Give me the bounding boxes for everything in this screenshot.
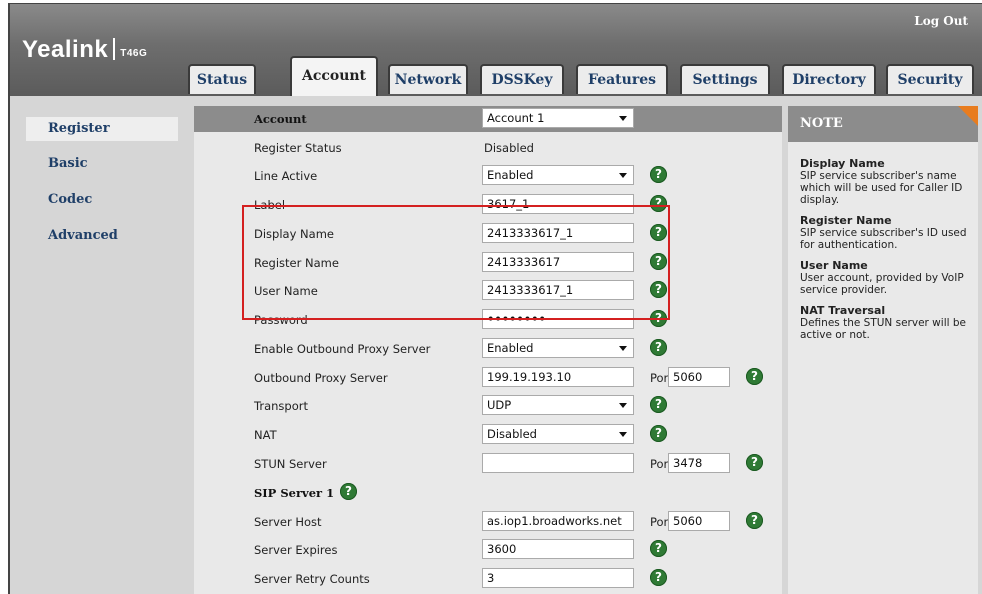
note-section: User Name User account, provided by VoIP…	[800, 259, 970, 297]
sidebar-item-codec[interactable]: Codec	[26, 183, 178, 219]
server-retry-input[interactable]: 3	[482, 568, 634, 588]
row-sip-server-1: SIP Server 1 ?	[194, 480, 782, 508]
note-section-title: User Name	[800, 259, 868, 272]
outbound-proxy-input[interactable]: 199.19.193.10	[482, 367, 634, 387]
account-label: Account	[254, 112, 307, 126]
chevron-down-icon	[619, 432, 627, 437]
help-icon[interactable]: ?	[650, 339, 667, 356]
transport-select[interactable]: UDP	[482, 395, 634, 415]
server-host-input[interactable]: as.iop1.broadworks.net	[482, 511, 634, 531]
stun-server-input[interactable]	[482, 453, 634, 473]
brand-model: T46G	[120, 48, 148, 59]
help-icon[interactable]: ?	[650, 569, 667, 586]
chevron-down-icon	[619, 403, 627, 408]
sidebar-item-register[interactable]: Register	[26, 117, 178, 141]
outbound-proxy-enable-label: Enable Outbound Proxy Server	[254, 342, 431, 356]
content-area: Register Basic Codec Advanced Account Ac…	[10, 96, 982, 594]
outbound-proxy-enable-select[interactable]: Enabled	[482, 338, 634, 358]
header-bar: Yealink T46G Log Out Status Account Netwo…	[10, 4, 982, 96]
transport-label: Transport	[254, 399, 308, 413]
line-active-label: Line Active	[254, 169, 318, 183]
note-body: Display Name SIP service subscriber's na…	[800, 158, 970, 350]
highlight-box	[242, 205, 670, 320]
brand-name: Yealink	[22, 36, 109, 63]
note-section-text: SIP service subscriber's ID used for aut…	[800, 227, 967, 251]
help-icon[interactable]: ?	[746, 512, 763, 529]
outbound-proxy-port-input[interactable]: 5060	[668, 367, 730, 387]
row-line-active: Line Active Enabled ?	[194, 163, 782, 191]
outbound-proxy-enable-value: Enabled	[487, 341, 534, 355]
row-transport: Transport UDP ?	[194, 393, 782, 421]
help-icon[interactable]: ?	[340, 483, 357, 500]
nat-select[interactable]: Disabled	[482, 424, 634, 444]
note-section-title: Register Name	[800, 214, 892, 227]
note-section: NAT Traversal Defines the STUN server wi…	[800, 304, 970, 342]
logo-separator	[113, 38, 116, 60]
row-server-retry: Server Retry Counts 3 ?	[194, 566, 782, 594]
server-host-label: Server Host	[254, 515, 322, 529]
nat-value: Disabled	[487, 427, 537, 441]
tab-network[interactable]: Network	[388, 64, 468, 94]
logout-link[interactable]: Log Out	[914, 14, 968, 28]
row-stun-server: STUN Server Port 3478 ?	[194, 451, 782, 479]
chevron-down-icon	[619, 346, 627, 351]
help-icon[interactable]: ?	[746, 454, 763, 471]
tab-settings[interactable]: Settings	[680, 64, 770, 94]
row-outbound-proxy: Outbound Proxy Server 199.19.193.10 Port…	[194, 365, 782, 393]
stun-server-label: STUN Server	[254, 457, 327, 471]
stun-port-input[interactable]: 3478	[668, 453, 730, 473]
note-panel: NOTE Display Name SIP service subscriber…	[788, 106, 978, 594]
nat-label: NAT	[254, 428, 277, 442]
note-section: Display Name SIP service subscriber's na…	[800, 157, 970, 207]
chevron-down-icon	[619, 173, 627, 178]
note-title: NOTE	[788, 106, 978, 142]
line-active-value: Enabled	[487, 168, 534, 182]
help-icon[interactable]: ?	[650, 396, 667, 413]
help-icon[interactable]: ?	[650, 540, 667, 557]
tab-account[interactable]: Account	[290, 56, 378, 96]
register-status-label: Register Status	[254, 141, 342, 155]
row-server-host: Server Host as.iop1.broadworks.net Port …	[194, 509, 782, 537]
help-icon[interactable]: ?	[650, 425, 667, 442]
account-select-value: Account 1	[487, 111, 545, 125]
server-expires-label: Server Expires	[254, 543, 338, 557]
note-section-text: User account, provided by VoIP service p…	[800, 272, 964, 296]
note-section-text: Defines the STUN server will be active o…	[800, 317, 966, 341]
note-section: Register Name SIP service subscriber's I…	[800, 214, 970, 252]
row-account: Account Account 1	[194, 106, 782, 134]
note-section-title: Display Name	[800, 157, 885, 170]
server-retry-label: Server Retry Counts	[254, 572, 370, 586]
tab-features[interactable]: Features	[576, 64, 668, 94]
chevron-down-icon	[619, 116, 627, 121]
sidebar: Register Basic Codec Advanced	[26, 108, 178, 255]
tab-dsskey[interactable]: DSSKey	[480, 64, 564, 94]
outbound-proxy-label: Outbound Proxy Server	[254, 371, 388, 385]
sip-server-1-heading: SIP Server 1	[254, 486, 335, 500]
sidebar-item-advanced[interactable]: Advanced	[26, 219, 178, 255]
account-form: Account Account 1 Register Status Disabl…	[194, 106, 782, 594]
row-server-expires: Server Expires 3600 ?	[194, 537, 782, 565]
browser-frame: Yealink T46G Log Out Status Account Netwo…	[8, 3, 982, 594]
tab-security[interactable]: Security	[886, 64, 974, 94]
help-icon[interactable]: ?	[746, 368, 763, 385]
tab-status[interactable]: Status	[188, 64, 256, 94]
line-active-select[interactable]: Enabled	[482, 165, 634, 185]
account-select[interactable]: Account 1	[482, 108, 634, 128]
row-outbound-proxy-enable: Enable Outbound Proxy Server Enabled ?	[194, 336, 782, 364]
note-section-text: SIP service subscriber's name which will…	[800, 170, 963, 206]
sidebar-item-basic[interactable]: Basic	[26, 147, 178, 183]
row-register-status: Register Status Disabled	[194, 135, 782, 163]
help-icon[interactable]: ?	[650, 166, 667, 183]
transport-value: UDP	[487, 398, 512, 412]
note-section-title: NAT Traversal	[800, 304, 886, 317]
brand-logo: Yealink T46G	[22, 36, 147, 64]
row-nat: NAT Disabled ?	[194, 422, 782, 450]
note-corner-accent	[958, 106, 978, 126]
server-host-port-input[interactable]: 5060	[668, 511, 730, 531]
register-status-value: Disabled	[484, 141, 534, 155]
tab-directory[interactable]: Directory	[782, 64, 876, 94]
server-expires-input[interactable]: 3600	[482, 539, 634, 559]
